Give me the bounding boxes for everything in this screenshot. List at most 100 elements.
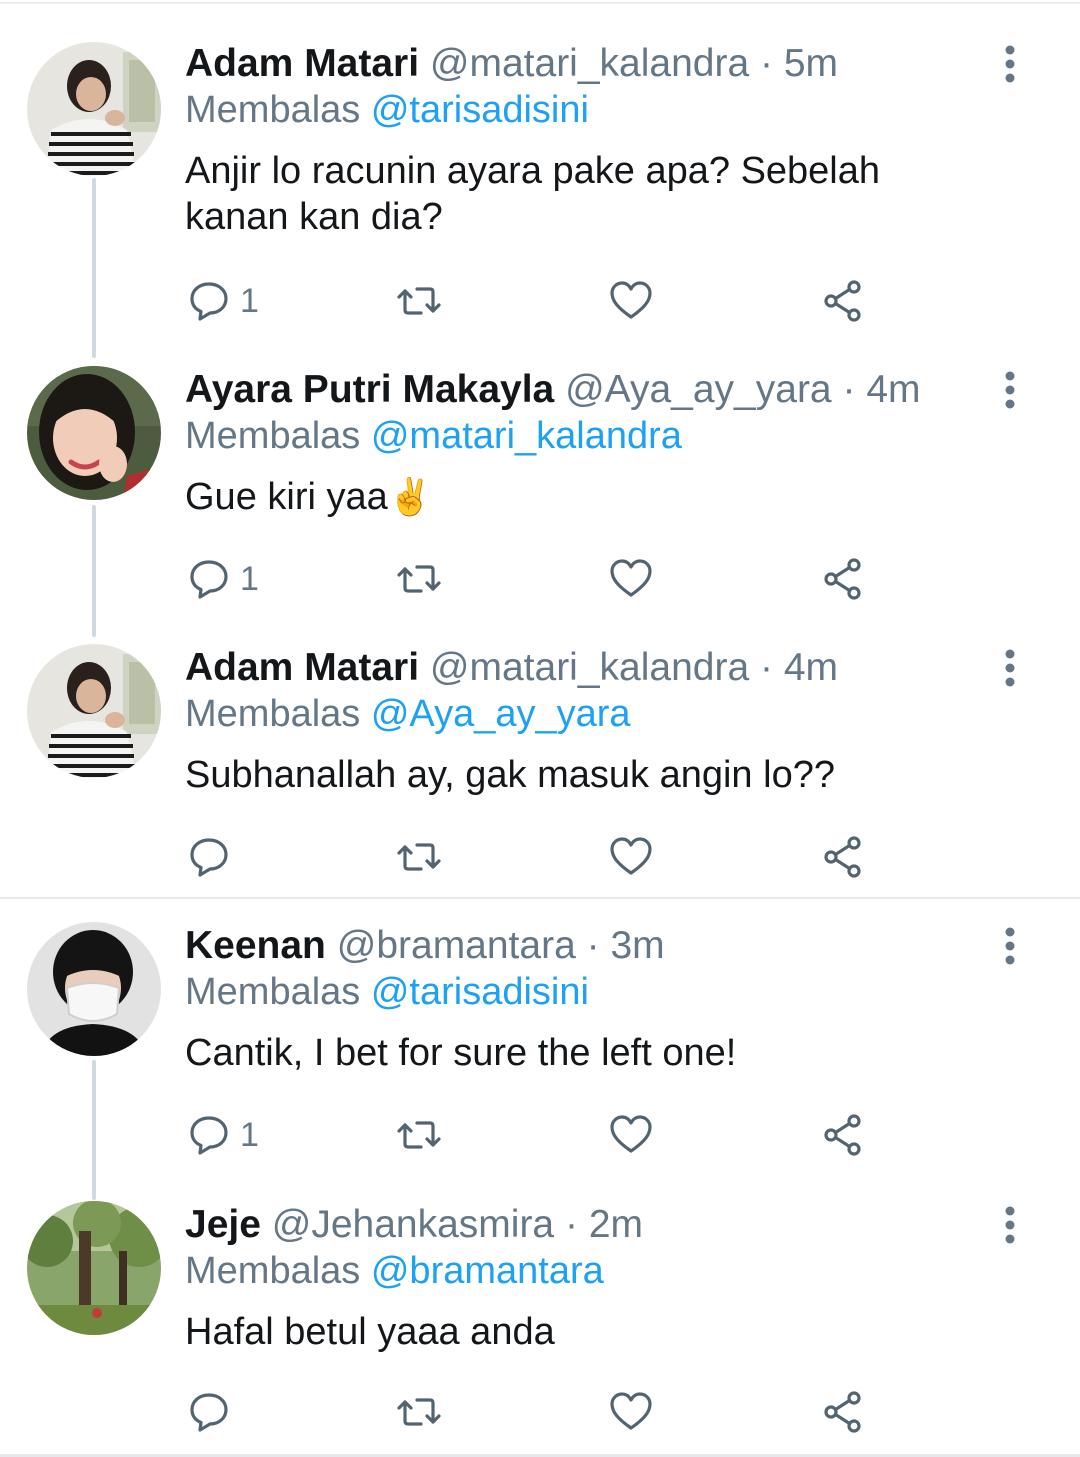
retweet-button[interactable] <box>396 554 442 604</box>
share-icon <box>824 280 861 322</box>
display-name[interactable]: Adam Matari <box>185 646 419 689</box>
retweet-icon <box>397 1121 441 1149</box>
tweet-text: Hafal betul yaaa anda <box>185 1311 555 1353</box>
reply-prefix: Membalas <box>185 971 361 1013</box>
timestamp[interactable]: 5m <box>784 42 838 85</box>
reply-icon <box>190 282 228 321</box>
retweet-button[interactable] <box>396 832 442 882</box>
more-icon[interactable] <box>998 1205 1022 1245</box>
reply-button[interactable]: 1 <box>186 1110 259 1160</box>
retweet-button[interactable] <box>396 1110 442 1160</box>
avatar[interactable] <box>27 922 161 1056</box>
handle[interactable]: @matari_kalandra <box>430 646 749 689</box>
like-button[interactable] <box>608 276 654 326</box>
retweet-button[interactable] <box>396 276 442 326</box>
action-bar: 1 <box>0 276 1080 326</box>
like-icon <box>610 281 652 319</box>
like-button[interactable] <box>608 1110 654 1160</box>
handle[interactable]: @Aya_ay_yara <box>565 368 832 411</box>
reply-mention-link[interactable]: @tarisadisini <box>371 89 589 131</box>
timestamp[interactable]: 4m <box>866 368 920 411</box>
like-button[interactable] <box>608 1387 654 1437</box>
reply-mention-link[interactable]: @bramantara <box>371 1250 604 1292</box>
action-bar <box>0 832 1080 882</box>
handle[interactable]: @matari_kalandra <box>430 42 749 85</box>
avatar[interactable] <box>27 644 161 778</box>
separator-dot: · <box>564 1203 578 1246</box>
tweet-text: Anjir lo racunin ayara pake apa? Sebelah… <box>185 150 881 238</box>
tweet-header: Adam Matari @matari_kalandra · 5m <box>185 40 838 88</box>
action-bar: 1 <box>0 1110 1080 1160</box>
like-button[interactable] <box>608 554 654 604</box>
reply-count: 1 <box>240 281 259 320</box>
tweet-text: Subhanallah ay, gak masuk angin lo?? <box>185 754 835 796</box>
reply-count: 1 <box>240 1115 259 1154</box>
reply-context: Membalas @Aya_ay_yara <box>185 690 631 738</box>
retweet-button[interactable] <box>396 1387 442 1437</box>
reply-mention-link[interactable]: @tarisadisini <box>371 971 589 1013</box>
tweet-text-body: Gue kiri yaa <box>185 476 388 518</box>
reply-context: Membalas @tarisadisini <box>185 86 589 134</box>
reply-button[interactable] <box>186 1387 240 1437</box>
more-icon[interactable] <box>998 370 1022 410</box>
victory-hand-emoji: ✌️ <box>387 476 433 517</box>
retweet-icon <box>397 565 441 593</box>
reply-button[interactable] <box>186 832 240 882</box>
reply-button[interactable]: 1 <box>186 554 259 604</box>
display-name[interactable]: Jeje <box>185 1203 261 1246</box>
reply-mention-link[interactable]: @Aya_ay_yara <box>371 693 631 735</box>
forest-avatar <box>27 1201 161 1335</box>
display-name[interactable]: Adam Matari <box>185 42 419 85</box>
separator-dot: · <box>760 42 773 85</box>
share-button[interactable] <box>820 1387 866 1437</box>
reply-prefix: Membalas <box>185 1250 361 1292</box>
retweet-icon <box>397 1398 441 1426</box>
timestamp[interactable]: 3m <box>610 924 664 967</box>
reply-icon <box>190 560 228 599</box>
like-icon <box>610 837 652 875</box>
timestamp[interactable]: 4m <box>784 646 838 689</box>
display-name[interactable]: Keenan <box>185 924 326 967</box>
share-icon <box>824 558 861 600</box>
masked-man-avatar <box>27 922 161 1056</box>
share-icon <box>824 1391 861 1433</box>
retweet-icon <box>397 287 441 315</box>
reply-context: Membalas @tarisadisini <box>185 968 589 1016</box>
tweet-text: Gue kiri yaa✌️ <box>185 474 945 520</box>
reply-mention-link[interactable]: @matari_kalandra <box>371 415 682 457</box>
like-icon <box>610 1115 652 1153</box>
handle[interactable]: @bramantara <box>337 924 576 967</box>
separator-dot: · <box>842 368 856 411</box>
striped-shirt-avatar <box>27 644 161 778</box>
separator-dot: · <box>760 646 773 689</box>
share-button[interactable] <box>820 276 866 326</box>
share-button[interactable] <box>820 554 866 604</box>
like-icon <box>610 559 652 597</box>
reply-icon <box>190 838 228 877</box>
tweet-header: Keenan @bramantara · 3m <box>185 922 665 970</box>
tweet-header: Jeje @Jehankasmira · 2m <box>185 1201 643 1249</box>
display-name[interactable]: Ayara Putri Makayla <box>185 368 554 411</box>
share-icon <box>824 836 861 878</box>
share-button[interactable] <box>820 1110 866 1160</box>
share-button[interactable] <box>820 832 866 882</box>
smiling-girl-avatar <box>27 366 161 500</box>
more-icon[interactable] <box>998 648 1022 688</box>
reply-context: Membalas @bramantara <box>185 1247 604 1295</box>
action-bar <box>0 1387 1080 1437</box>
more-icon[interactable] <box>998 44 1022 84</box>
reply-count: 1 <box>240 559 259 598</box>
reply-prefix: Membalas <box>185 415 361 457</box>
retweet-icon <box>397 843 441 871</box>
avatar[interactable] <box>27 42 161 176</box>
separator-dot: · <box>586 924 600 967</box>
tweet-header: Ayara Putri Makayla @Aya_ay_yara · 4m <box>185 366 921 414</box>
timestamp[interactable]: 2m <box>589 1203 643 1246</box>
avatar[interactable] <box>27 366 161 500</box>
avatar[interactable] <box>27 1201 161 1335</box>
reply-button[interactable]: 1 <box>186 276 259 326</box>
reply-prefix: Membalas <box>185 693 361 735</box>
more-icon[interactable] <box>998 926 1022 966</box>
like-button[interactable] <box>608 832 654 882</box>
handle[interactable]: @Jehankasmira <box>272 1203 554 1246</box>
